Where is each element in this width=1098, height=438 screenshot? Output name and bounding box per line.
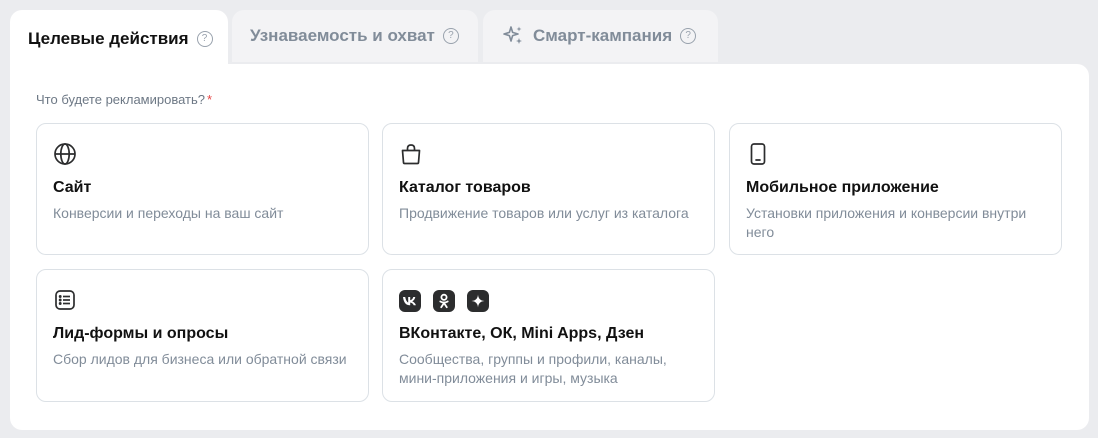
help-icon[interactable]: ? [680,28,697,44]
option-card-vk-ecosystem[interactable]: ВКонтакте, ОК, Mini Apps, Дзен Сообществ… [382,269,715,402]
card-title: Каталог товаров [399,179,531,196]
card-description: Сбор лидов для бизнеса или обратной связ… [53,351,347,367]
ok-icon [433,290,455,312]
tab-label: Целевые действия [28,29,189,48]
globe-icon [53,142,77,166]
shopping-bag-icon [399,142,423,166]
sparkle-icon [501,24,525,48]
card-title: ВКонтакте, ОК, Mini Apps, Дзен [399,325,645,342]
content-panel: Что будете рекламировать? * Сайт Конверси… [10,64,1089,430]
campaign-type-tabs: Целевые действия ? Узнаваемость и охват … [0,0,1098,68]
vk-ok-dzen-icons [399,290,489,314]
option-card-catalog[interactable]: Каталог товаров Продвижение товаров или … [382,123,715,255]
tab-label: Узнаваемость и охват [250,26,435,45]
vk-icon [399,290,421,312]
option-card-mobile-app[interactable]: Мобильное приложение Установки приложени… [729,123,1062,255]
option-card-website[interactable]: Сайт Конверсии и переходы на ваш сайт [36,123,369,255]
card-title: Сайт [53,179,92,196]
card-title: Лид-формы и опросы [53,325,229,342]
question-text: Что будете рекламировать? [36,92,206,107]
help-icon[interactable]: ? [442,28,459,44]
tab-awareness-reach[interactable]: Узнаваемость и охват ? [232,10,478,62]
tab-smart-campaign[interactable]: Смарт-кампания ? [483,10,718,62]
tab-target-actions[interactable]: Целевые действия ? [10,10,228,68]
question-label: Что будете рекламировать? * [36,92,212,107]
card-description: Продвижение товаров или услуг из каталог… [399,205,689,221]
list-form-icon [53,288,77,312]
tab-label: Смарт-кампания [533,26,673,45]
card-title: Мобильное приложение [746,179,939,196]
smartphone-icon [746,142,770,166]
required-mark: * [207,92,213,107]
card-description: Конверсии и переходы на ваш сайт [53,205,284,221]
card-description: Сообщества, группы и профили, каналы, ми… [399,351,667,386]
dzen-icon [467,290,489,312]
option-card-lead-forms[interactable]: Лид-формы и опросы Сбор лидов для бизнес… [36,269,369,402]
card-description: Установки приложения и конверсии внутри … [746,205,1027,240]
help-icon[interactable]: ? [196,31,213,47]
